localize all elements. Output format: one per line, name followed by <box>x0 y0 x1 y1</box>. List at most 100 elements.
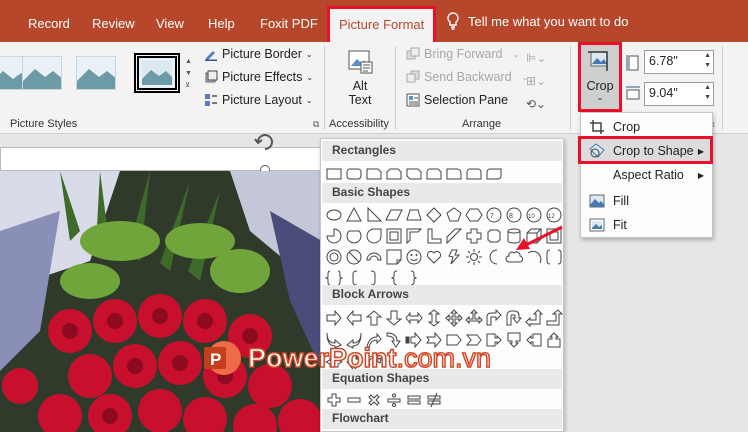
hexagon-shape-icon[interactable] <box>465 206 483 224</box>
pentagon-shape-icon[interactable] <box>445 206 463 224</box>
send-backward-button[interactable]: Send Backward ⌄ <box>406 70 528 84</box>
rotate-icon[interactable]: ⟲⌄ <box>526 93 547 116</box>
round-diagonal-rectangle-shape-icon[interactable] <box>485 165 503 183</box>
left-right-arrow-shape-icon[interactable] <box>405 309 423 327</box>
diamond-shape-icon[interactable] <box>425 206 443 224</box>
moon-shape-icon[interactable] <box>485 248 503 266</box>
decagon-shape-icon[interactable]: 10 <box>525 206 543 224</box>
group-icon[interactable]: ⊞⌄ <box>526 70 547 93</box>
width-input[interactable]: 9.04" ▲ ▼ <box>644 82 714 106</box>
category-rectangles: Rectangles <box>322 141 562 161</box>
width-icon <box>626 86 640 100</box>
down-arrow-callout-shape-icon[interactable] <box>505 331 523 349</box>
selection-pane-button[interactable]: Selection Pane <box>406 93 508 107</box>
plaque-shape-icon[interactable] <box>485 227 503 245</box>
not-equal-shape-icon[interactable] <box>425 391 443 409</box>
l-shape-icon[interactable] <box>425 227 443 245</box>
fill-icon <box>589 194 605 208</box>
chord-shape-icon[interactable] <box>345 227 363 245</box>
picture-layout-button[interactable]: Picture Layout ⌄ <box>204 93 313 107</box>
height-input[interactable]: 6.78" ▲ ▼ <box>644 50 714 74</box>
fill-menu-item[interactable]: Fill <box>581 189 712 213</box>
bent-up-arrow-shape-icon[interactable] <box>545 309 563 327</box>
pie-shape-icon[interactable] <box>325 227 343 245</box>
bring-forward-button[interactable]: Bring Forward ⌄ <box>406 47 519 61</box>
triangle-shape-icon[interactable] <box>345 206 363 224</box>
snip-corners-rectangle-shape-icon[interactable] <box>385 165 403 183</box>
picture-style-thumbnail[interactable] <box>22 56 62 90</box>
parallelogram-shape-icon[interactable] <box>385 206 403 224</box>
dodecagon-shape-icon[interactable]: 12 <box>545 206 563 224</box>
minus-shape-icon[interactable] <box>345 391 363 409</box>
plus-shape-icon[interactable] <box>325 391 343 409</box>
align-icon[interactable]: ⊫⌄ <box>526 47 547 70</box>
left-arrow-callout-shape-icon[interactable] <box>525 331 543 349</box>
heart-shape-icon[interactable] <box>425 248 443 266</box>
tab-picture-format[interactable]: Picture Format <box>326 6 437 45</box>
right-triangle-shape-icon[interactable] <box>365 206 383 224</box>
octagon-shape-icon[interactable]: 8 <box>505 206 523 224</box>
block-arc-shape-icon[interactable] <box>365 248 383 266</box>
snip-diagonal-rectangle-shape-icon[interactable] <box>405 165 423 183</box>
lightbulb-icon <box>447 12 459 30</box>
round-corner-rectangle-shape-icon[interactable] <box>445 165 463 183</box>
left-up-arrow-shape-icon[interactable] <box>525 309 543 327</box>
bouquet-photo[interactable] <box>0 171 322 432</box>
sun-shape-icon[interactable] <box>465 248 483 266</box>
rectangle-shape-icon[interactable] <box>325 165 343 183</box>
alt-text-icon <box>348 50 373 74</box>
quad-arrow-shape-icon[interactable] <box>445 309 463 327</box>
tab-view[interactable]: View <box>156 0 184 42</box>
diagonal-stripe-shape-icon[interactable] <box>445 227 463 245</box>
height-spinner-arrows[interactable]: ▲ ▼ <box>704 51 711 71</box>
picture-border-button[interactable]: Picture Border ⌄ <box>204 47 313 61</box>
frame-shape-icon[interactable] <box>385 227 403 245</box>
tab-foxit-pdf[interactable]: Foxit PDF <box>260 0 318 42</box>
down-arrow-shape-icon[interactable] <box>385 309 403 327</box>
up-down-arrow-shape-icon[interactable] <box>425 309 443 327</box>
aspect-ratio-menu-item[interactable]: Aspect Ratio ▶ <box>581 163 712 187</box>
alt-text-button[interactable]: Alt Text <box>336 48 384 107</box>
round-same-side-rectangle-shape-icon[interactable] <box>465 165 483 183</box>
tell-me-search[interactable]: Tell me what you want to do <box>446 0 628 42</box>
folded-corner-shape-icon[interactable] <box>385 248 403 266</box>
tab-review[interactable]: Review <box>92 0 135 42</box>
round-snip-rectangle-shape-icon[interactable] <box>425 165 443 183</box>
up-arrow-shape-icon[interactable] <box>365 309 383 327</box>
rounded-rectangle-shape-icon[interactable] <box>345 165 363 183</box>
picture-border-label: Picture Border <box>222 47 302 61</box>
picture-style-thumbnail-selected[interactable] <box>134 53 180 93</box>
styles-gallery-scroll[interactable]: ▲ ▼ ⊻ <box>185 56 192 92</box>
align-rotate-buttons[interactable]: ⊫⌄ ⊞⌄ ⟲⌄ <box>526 47 547 116</box>
multiply-shape-icon[interactable] <box>365 391 383 409</box>
tab-help[interactable]: Help <box>208 0 235 42</box>
width-spinner-arrows[interactable]: ▲ ▼ <box>704 83 711 103</box>
dialog-launcher-icon[interactable]: ⧉ <box>313 119 319 130</box>
u-turn-arrow-shape-icon[interactable] <box>505 309 523 327</box>
teardrop-shape-icon[interactable] <box>365 227 383 245</box>
donut-shape-icon[interactable] <box>325 248 343 266</box>
left-arrow-shape-icon[interactable] <box>345 309 363 327</box>
snip-corner-rectangle-shape-icon[interactable] <box>365 165 383 183</box>
division-shape-icon[interactable] <box>385 391 403 409</box>
rotate-handle-icon[interactable] <box>252 130 278 152</box>
half-frame-shape-icon[interactable] <box>405 227 423 245</box>
up-arrow-callout-shape-icon[interactable] <box>545 331 563 349</box>
shapes-gallery: Rectangles Basic Shapes 7 8 10 12 Block … <box>320 138 564 432</box>
left-right-up-arrow-shape-icon[interactable] <box>465 309 483 327</box>
no-symbol-shape-icon[interactable] <box>345 248 363 266</box>
heptagon-shape-icon[interactable]: 7 <box>485 206 503 224</box>
fit-menu-item[interactable]: Fit <box>581 213 712 237</box>
smiley-face-shape-icon[interactable] <box>405 248 423 266</box>
tab-record[interactable]: Record <box>28 0 70 42</box>
equal-shape-icon[interactable] <box>405 391 423 409</box>
lightning-bolt-shape-icon[interactable] <box>445 248 463 266</box>
bent-arrow-shape-icon[interactable] <box>485 309 503 327</box>
right-arrow-shape-icon[interactable] <box>325 309 343 327</box>
cross-shape-icon[interactable] <box>465 227 483 245</box>
picture-style-thumbnail[interactable] <box>76 56 116 90</box>
oval-shape-icon[interactable] <box>325 206 343 224</box>
annotation-arrow-icon <box>516 225 563 250</box>
trapezoid-shape-icon[interactable] <box>405 206 423 224</box>
picture-effects-button[interactable]: Picture Effects ⌄ <box>204 70 313 84</box>
